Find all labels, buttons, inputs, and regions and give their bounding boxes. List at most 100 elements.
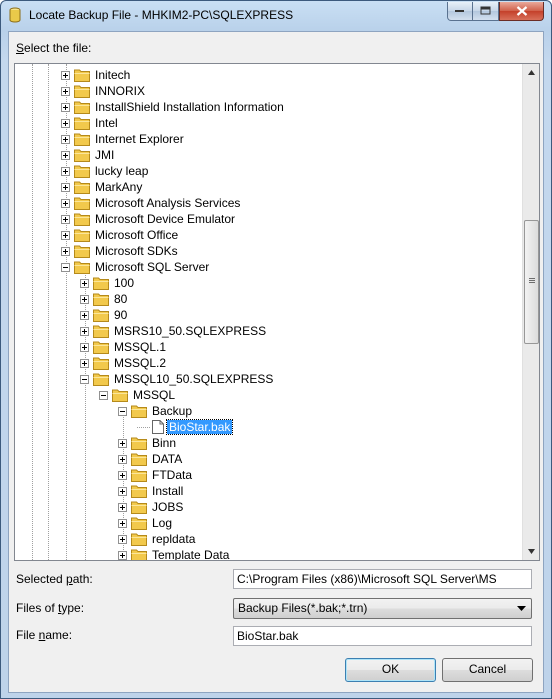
tree-item-label[interactable]: Internet Explorer: [93, 132, 186, 146]
tree-folder-item[interactable]: Internet Explorer: [61, 131, 186, 147]
tree-folder-item[interactable]: FTData: [118, 467, 194, 483]
tree-item-label[interactable]: 100: [112, 276, 136, 290]
tree-item-label[interactable]: DATA: [150, 452, 184, 466]
collapse-minus-icon[interactable]: [99, 390, 108, 400]
expand-plus-icon[interactable]: [61, 86, 70, 96]
tree-folder-item[interactable]: Install: [118, 483, 185, 499]
expand-plus-icon[interactable]: [80, 358, 89, 368]
maximize-button[interactable]: [473, 2, 499, 21]
tree-item-label[interactable]: MSSQL.2: [112, 356, 168, 370]
expand-plus-icon[interactable]: [118, 486, 127, 496]
expand-plus-icon[interactable]: [61, 198, 70, 208]
tree-item-label[interactable]: Initech: [93, 68, 132, 82]
tree-item-label[interactable]: MSSQL10_50.SQLEXPRESS: [112, 372, 275, 386]
expand-plus-icon[interactable]: [61, 118, 70, 128]
collapse-minus-icon[interactable]: [61, 262, 70, 272]
tree-folder-item[interactable]: Microsoft SDKs: [61, 243, 180, 259]
tree-item-label[interactable]: InstallShield Installation Information: [93, 100, 286, 114]
tree-folder-item[interactable]: MarkAny: [61, 179, 144, 195]
expand-plus-icon[interactable]: [61, 70, 70, 80]
tree-folder-item[interactable]: INNORIX: [61, 83, 147, 99]
tree-folder-item[interactable]: repldata: [118, 531, 197, 547]
tree-item-label[interactable]: Microsoft Device Emulator: [93, 212, 237, 226]
tree-folder-item[interactable]: JOBS: [118, 499, 185, 515]
tree-folder-item[interactable]: InstallShield Installation Information: [61, 99, 286, 115]
tree-item-label[interactable]: Microsoft SQL Server: [93, 260, 211, 274]
tree-item-label[interactable]: Microsoft Office: [93, 228, 180, 242]
vertical-scrollbar[interactable]: [522, 64, 539, 560]
files-of-type-dropdown[interactable]: Backup Files(*.bak;*.trn): [233, 598, 532, 619]
expand-plus-icon[interactable]: [118, 438, 127, 448]
tree-folder-item[interactable]: Microsoft Analysis Services: [61, 195, 242, 211]
tree-folder-item[interactable]: Microsoft Device Emulator: [61, 211, 237, 227]
expand-plus-icon[interactable]: [118, 534, 127, 544]
expand-plus-icon[interactable]: [80, 294, 89, 304]
tree-item-label[interactable]: Install: [150, 484, 185, 498]
tree-item-label[interactable]: Binn: [150, 436, 178, 450]
expand-plus-icon[interactable]: [61, 182, 70, 192]
close-button[interactable]: [499, 2, 544, 21]
tree-item-label[interactable]: 80: [112, 292, 129, 306]
expand-plus-icon[interactable]: [118, 454, 127, 464]
tree-item-label[interactable]: Template Data: [150, 548, 231, 560]
tree-item-label[interactable]: MSSQL: [131, 388, 177, 402]
tree-folder-item[interactable]: Intel: [61, 115, 120, 131]
expand-plus-icon[interactable]: [61, 230, 70, 240]
expand-plus-icon[interactable]: [61, 134, 70, 144]
expand-plus-icon[interactable]: [61, 214, 70, 224]
expand-plus-icon[interactable]: [80, 342, 89, 352]
tree-item-label[interactable]: Microsoft Analysis Services: [93, 196, 242, 210]
tree-item-label[interactable]: Backup: [150, 404, 194, 418]
tree-folder-item[interactable]: Log: [118, 515, 174, 531]
tree-item-label[interactable]: Log: [150, 516, 174, 530]
expand-plus-icon[interactable]: [80, 310, 89, 320]
tree-folder-item[interactable]: MSSQL.2: [80, 355, 168, 371]
tree-folder-item[interactable]: 80: [80, 291, 129, 307]
cancel-button[interactable]: Cancel: [442, 658, 533, 682]
expand-plus-icon[interactable]: [118, 502, 127, 512]
tree-folder-item[interactable]: Microsoft Office: [61, 227, 180, 243]
expand-plus-icon[interactable]: [80, 278, 89, 288]
file-tree-view[interactable]: Initech INNORIX InstallShield Installation…: [14, 63, 540, 561]
tree-folder-item[interactable]: lucky leap: [61, 163, 150, 179]
expand-plus-icon[interactable]: [118, 550, 127, 560]
tree-folder-item[interactable]: Microsoft SQL Server: [61, 259, 211, 275]
tree-file-item[interactable]: BioStar.bak: [137, 419, 234, 435]
expand-plus-icon[interactable]: [61, 150, 70, 160]
tree-folder-item[interactable]: MSSQL10_50.SQLEXPRESS: [80, 371, 275, 387]
tree-folder-item[interactable]: MSSQL.1: [80, 339, 168, 355]
scroll-thumb[interactable]: [524, 220, 539, 344]
tree-item-label[interactable]: 90: [112, 308, 129, 322]
collapse-minus-icon[interactable]: [118, 406, 127, 416]
tree-item-label[interactable]: MarkAny: [93, 180, 144, 194]
tree-folder-item[interactable]: Initech: [61, 67, 132, 83]
tree-item-label[interactable]: INNORIX: [93, 84, 147, 98]
tree-item-label[interactable]: JMI: [93, 148, 116, 162]
tree-item-label[interactable]: MSSQL.1: [112, 340, 168, 354]
expand-plus-icon[interactable]: [80, 326, 89, 336]
scroll-down-button[interactable]: [523, 543, 539, 560]
minimize-button[interactable]: [447, 2, 473, 21]
expand-plus-icon[interactable]: [118, 518, 127, 528]
scroll-up-button[interactable]: [523, 64, 539, 81]
tree-folder-item[interactable]: Template Data: [118, 547, 231, 560]
tree-item-label[interactable]: Microsoft SDKs: [93, 244, 180, 258]
tree-folder-item[interactable]: Binn: [118, 435, 178, 451]
tree-item-label[interactable]: repldata: [150, 532, 197, 546]
expand-plus-icon[interactable]: [61, 246, 70, 256]
tree-folder-item[interactable]: MSRS10_50.SQLEXPRESS: [80, 323, 268, 339]
tree-folder-item[interactable]: DATA: [118, 451, 184, 467]
file-name-field[interactable]: BioStar.bak: [233, 626, 532, 646]
collapse-minus-icon[interactable]: [80, 374, 89, 384]
tree-item-label[interactable]: FTData: [150, 468, 194, 482]
tree-item-label[interactable]: lucky leap: [93, 164, 150, 178]
tree-folder-item[interactable]: MSSQL: [99, 387, 177, 403]
tree-folder-item[interactable]: Backup: [118, 403, 194, 419]
tree-item-label[interactable]: MSRS10_50.SQLEXPRESS: [112, 324, 268, 338]
expand-plus-icon[interactable]: [118, 470, 127, 480]
tree-folder-item[interactable]: 100: [80, 275, 136, 291]
tree-item-label[interactable]: BioStar.bak: [165, 419, 234, 435]
tree-item-label[interactable]: Intel: [93, 116, 120, 130]
ok-button[interactable]: OK: [345, 658, 436, 682]
tree-folder-item[interactable]: JMI: [61, 147, 116, 163]
